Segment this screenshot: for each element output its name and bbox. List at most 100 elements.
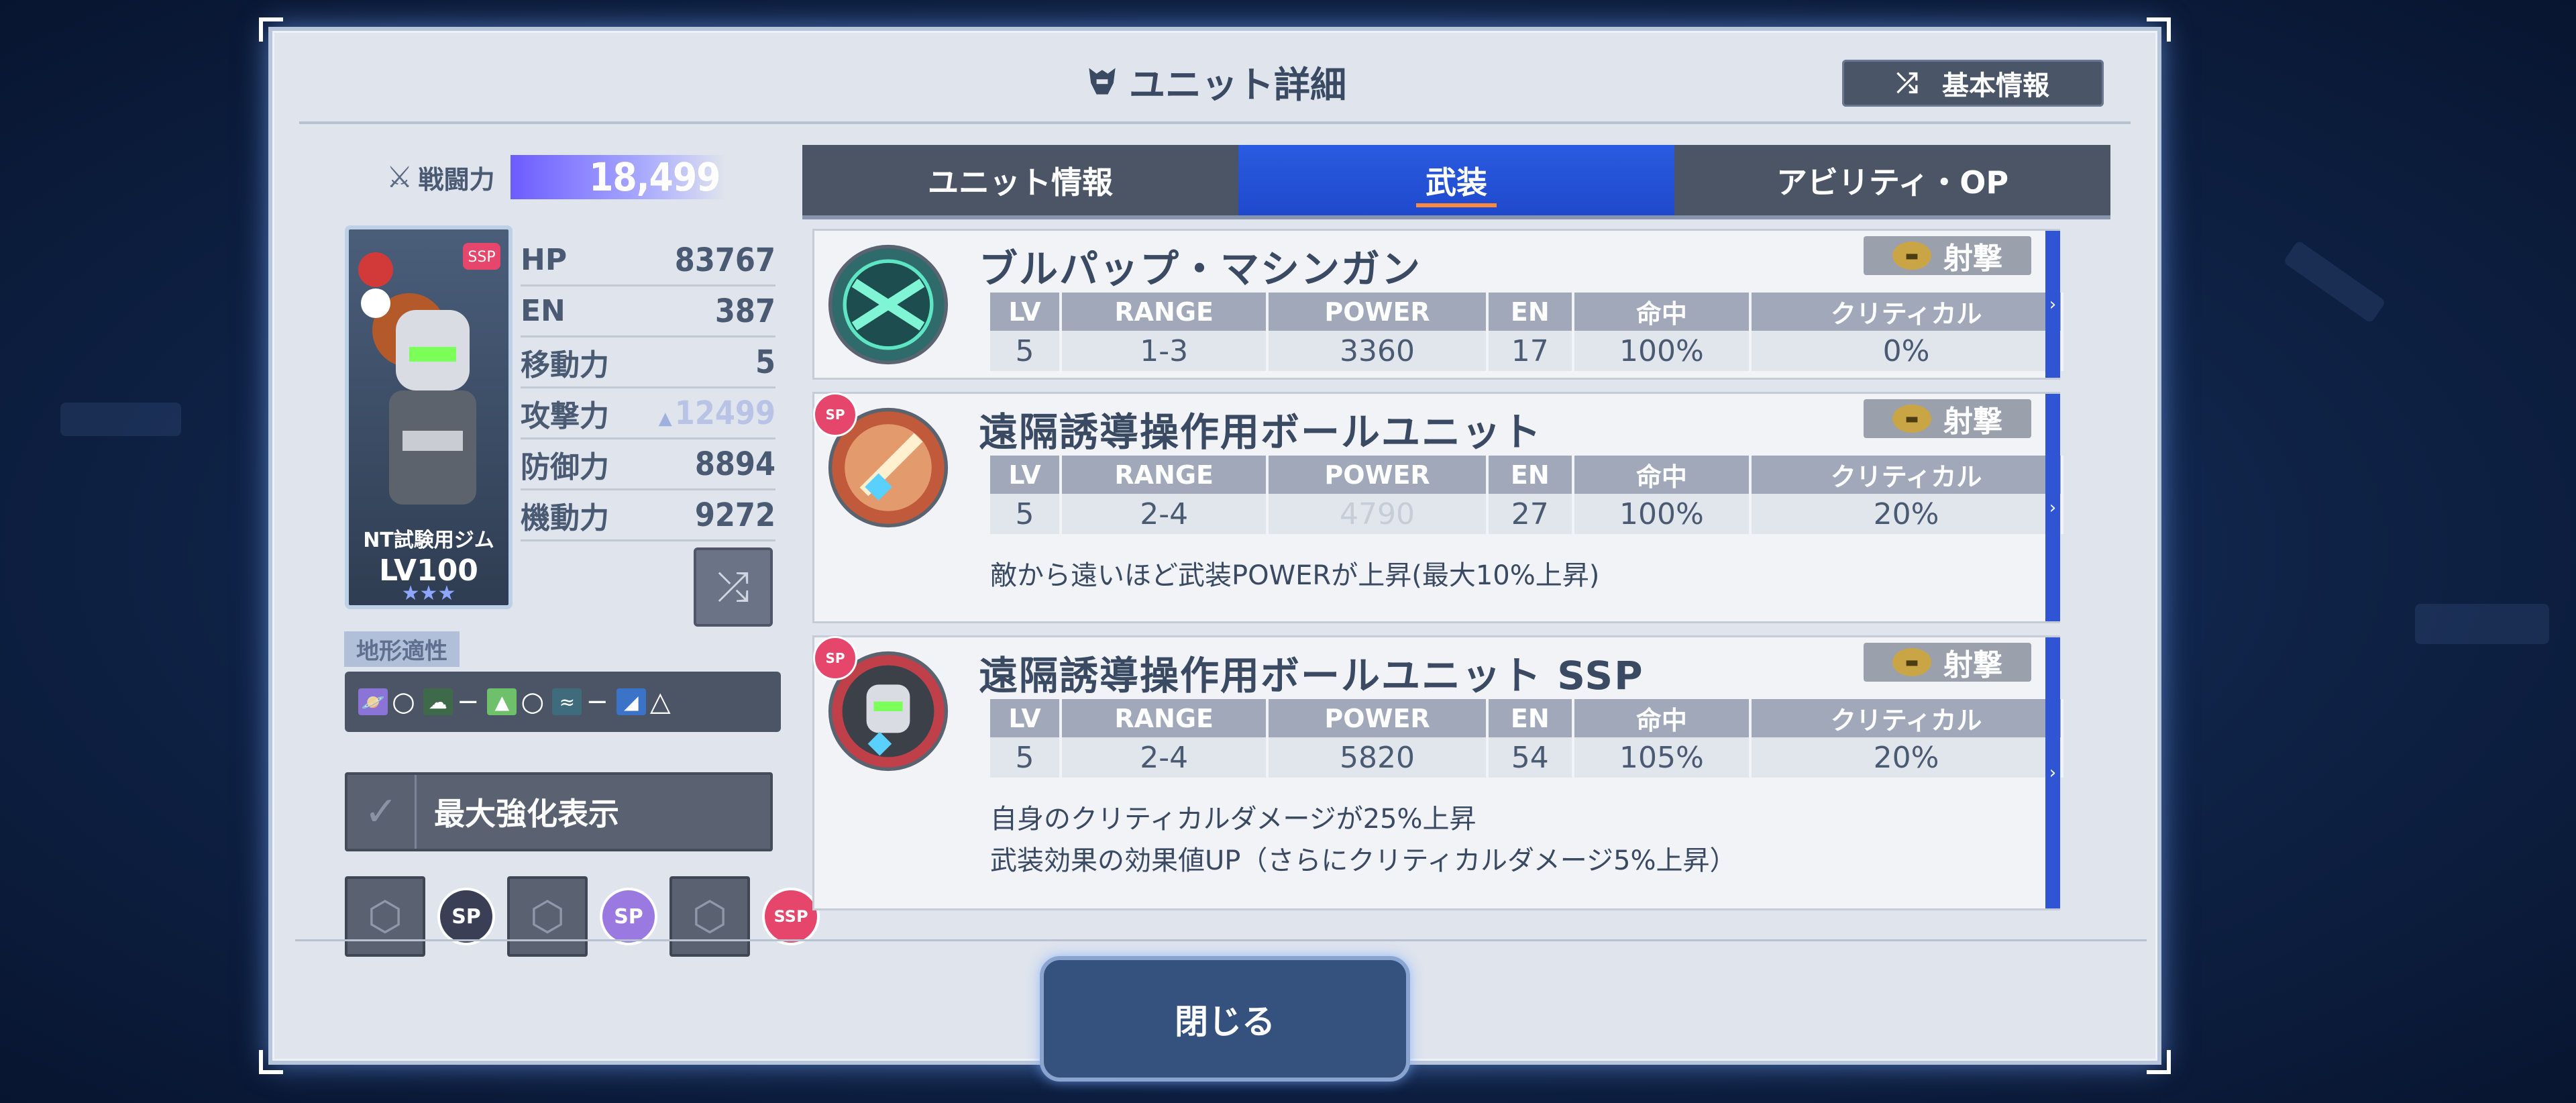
- weapon-type: 射撃: [1943, 405, 2002, 439]
- shuffle-icon: ⤮: [717, 564, 749, 611]
- column-header: POWER: [1267, 293, 1489, 331]
- terrain-land: ☁ −: [423, 686, 480, 717]
- terrain-value: ○: [521, 686, 545, 717]
- terrain-underwater: ◢ △: [616, 686, 671, 717]
- column-header: クリティカル: [1750, 456, 2063, 494]
- weapon-type-badge: ▬ 射撃: [1864, 399, 2031, 439]
- gun-icon: ▬: [1892, 242, 1931, 270]
- stat-value: 12499: [674, 394, 775, 432]
- terrain-label: 地形適性: [344, 631, 460, 667]
- unit-stats: HP 83767 EN 387 移動力 5 攻撃力 ▲12499 防御力 889…: [521, 235, 775, 541]
- terrain-value: −: [456, 686, 480, 717]
- unit-head-icon: [1089, 68, 1116, 95]
- unit-stars: ★★★: [401, 582, 456, 605]
- column-header: 命中: [1572, 699, 1752, 737]
- unit-detail-panel: ユニット詳細 ⤮ 基本情報 ⚔ 戦闘力 18,499 SSP NT試験用ジム L…: [259, 17, 2171, 1074]
- basic-info-label: 基本情報: [1942, 70, 2049, 101]
- column-header: クリティカル: [1750, 293, 2063, 331]
- weapon-stats-table: LV RANGE POWER EN 命中 クリティカル 5 2-4 4790 2…: [990, 456, 2063, 534]
- column-header: EN: [1487, 699, 1574, 737]
- checkbox-icon: ✓: [347, 775, 417, 849]
- terrain-value: △: [649, 686, 671, 717]
- weapon-type: 射撃: [1943, 242, 2002, 276]
- table-cell: 54: [1487, 737, 1574, 778]
- stat-label: 機動力: [521, 501, 609, 535]
- basic-info-button[interactable]: ⤮ 基本情報: [1842, 60, 2104, 107]
- weapon-name: 遠隔誘導操作用ボールユニット: [979, 409, 1543, 455]
- mountain-icon: ▲: [487, 688, 517, 715]
- stat-value: 83767: [674, 241, 775, 279]
- close-button[interactable]: 閉じる: [1040, 956, 1410, 1082]
- stat-row: 移動力 5: [521, 337, 775, 388]
- stat-label: 防御力: [521, 450, 609, 484]
- chevron-right-icon: ›: [2045, 231, 2060, 378]
- hexagon-icon: ⬡: [692, 893, 728, 940]
- page-title: ユニット詳細: [1083, 55, 1346, 108]
- active-tab-indicator: [1416, 203, 1497, 207]
- column-header: クリティカル: [1750, 699, 2063, 737]
- weapon-stats-table: LV RANGE POWER EN 命中 クリティカル 5 1-3 3360 1…: [990, 293, 2063, 371]
- combat-power-value: 18,499: [511, 155, 726, 199]
- stat-value: 387: [714, 292, 775, 330]
- table-cell: 0%: [1750, 331, 2063, 371]
- stat-row: 防御力 8894: [521, 439, 775, 490]
- weapon-list: ブルパップ・マシンガン ▬ 射撃 LV RANGE POWER EN 命中 クリテ…: [812, 229, 2097, 913]
- combat-power-row: ⚔ 戦闘力 18,499: [386, 155, 726, 199]
- shuffle-button[interactable]: ⤮: [694, 547, 773, 627]
- sp-badge: SP: [437, 888, 495, 945]
- weapon-name: ブルパップ・マシンガン: [979, 246, 1422, 292]
- detail-tabs: ユニット情報 武装 アビリティ・OP: [802, 145, 2110, 219]
- terrain-water: ≈ −: [552, 686, 608, 717]
- tab-label: ユニット情報: [928, 164, 1113, 201]
- table-cell: 27: [1487, 494, 1574, 534]
- stat-row: 攻撃力 ▲12499: [521, 388, 775, 439]
- sp-slots: ⬡ SP ⬡ SP ⬡ SSP: [345, 876, 820, 957]
- sp-slot[interactable]: ⬡: [669, 876, 750, 957]
- column-header: POWER: [1267, 699, 1489, 737]
- column-header: RANGE: [1061, 699, 1269, 737]
- bg-decoration: [60, 403, 181, 436]
- sp-slot[interactable]: ⬡: [507, 876, 588, 957]
- frame-corner: [2147, 17, 2171, 42]
- water-icon: ≈: [552, 688, 582, 715]
- stat-label: 移動力: [521, 348, 609, 382]
- weapon-icon: [828, 244, 949, 365]
- table-cell: 3360: [1267, 331, 1489, 371]
- sp-badge-icon: SP: [813, 392, 857, 437]
- chevron-right-icon: ›: [2045, 637, 2060, 908]
- table-cell: 2-4: [1061, 737, 1269, 778]
- sp-badge-icon: SP: [813, 636, 857, 680]
- weapon-stats-table: LV RANGE POWER EN 命中 クリティカル 5 2-4 5820 5…: [990, 699, 2063, 778]
- frame-corner: [2147, 1050, 2171, 1074]
- weapon-type: 射撃: [1943, 648, 2002, 682]
- column-header: LV: [990, 293, 1063, 331]
- max-enhance-toggle[interactable]: ✓ 最大強化表示: [345, 772, 773, 851]
- stat-label: EN: [521, 294, 566, 328]
- bg-decoration: [2282, 240, 2387, 324]
- gun-icon: ▬: [1892, 648, 1931, 676]
- stat-row: EN 387: [521, 286, 775, 337]
- page-title-text: ユニット詳細: [1129, 63, 1346, 106]
- table-cell: 5: [990, 494, 1063, 534]
- column-header: LV: [990, 699, 1063, 737]
- column-header: EN: [1487, 456, 1574, 494]
- panel-header: ユニット詳細 ⤮ 基本情報: [299, 41, 2131, 124]
- sp-slot[interactable]: ⬡: [345, 876, 425, 957]
- table-cell: 100%: [1572, 494, 1752, 534]
- weapon-card[interactable]: ブルパップ・マシンガン ▬ 射撃 LV RANGE POWER EN 命中 クリテ…: [812, 229, 2063, 380]
- up-arrow-icon: ▲: [658, 408, 672, 429]
- hexagon-icon: ⬡: [529, 893, 566, 940]
- weapon-card[interactable]: SP 遠隔誘導操作用ボールユニット ▬ 射撃 LV RANGE POWER EN …: [812, 392, 2063, 623]
- tab-unit-info[interactable]: ユニット情報: [802, 145, 1238, 215]
- weapon-card[interactable]: SP 遠隔誘導操作用ボールユニット SSP ▬ 射撃 LV RANGE POWER…: [812, 635, 2063, 910]
- bg-decoration: [2415, 604, 2549, 644]
- stat-label: 攻撃力: [521, 399, 609, 433]
- unit-card[interactable]: SSP NT試験用ジム LV100 ★★★: [345, 225, 513, 609]
- tab-ability-op[interactable]: アビリティ・OP: [1674, 145, 2110, 215]
- table-cell: 4790: [1267, 494, 1489, 534]
- table-cell: 1-3: [1061, 331, 1269, 371]
- tab-weapons[interactable]: 武装: [1238, 145, 1674, 215]
- column-header: RANGE: [1061, 293, 1269, 331]
- stat-row: 機動力 9272: [521, 490, 775, 541]
- table-cell: 20%: [1750, 737, 2063, 778]
